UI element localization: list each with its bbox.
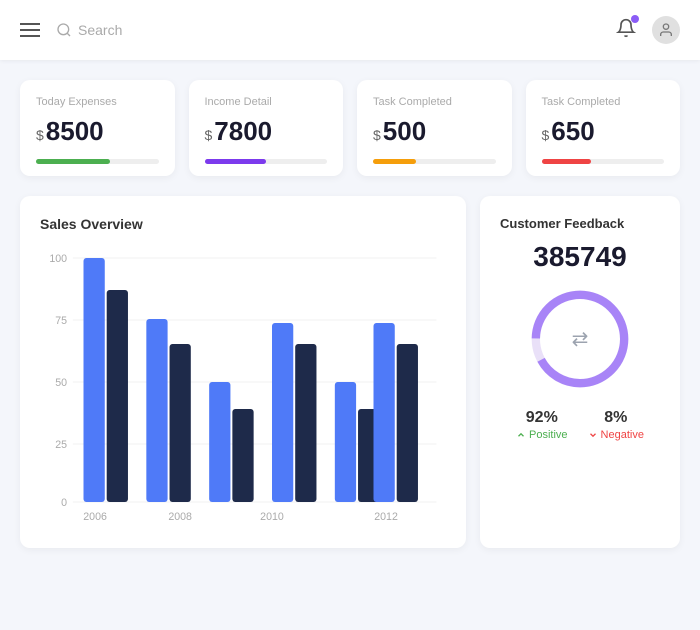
arrow-down-icon: [588, 430, 598, 440]
progress-fill-0: [36, 159, 110, 164]
stat-card-2: Task Completed $500: [357, 80, 512, 176]
progress-bg-1: [205, 159, 328, 164]
progress-fill-3: [542, 159, 591, 164]
stat-currency-3: $: [542, 127, 550, 143]
person-icon: [658, 22, 674, 38]
progress-bg-0: [36, 159, 159, 164]
stat-card-3: Task Completed $650: [526, 80, 681, 176]
negative-sentiment: 8% Negative: [588, 409, 644, 441]
svg-text:0: 0: [61, 497, 67, 509]
menu-button[interactable]: [20, 23, 40, 37]
customer-feedback-card: Customer Feedback 385749 ⇄ 92% P: [480, 196, 680, 548]
stat-card-1: Income Detail $7800: [189, 80, 344, 176]
main-content: Today Expenses $8500 Income Detail $7800…: [0, 60, 700, 568]
arrow-up-icon: [516, 430, 526, 440]
search-icon: [56, 22, 72, 38]
bottom-section: Sales Overview 100 75 50 25 0: [20, 196, 680, 548]
svg-text:2008: 2008: [168, 511, 192, 523]
stat-label-2: Task Completed: [373, 96, 496, 108]
svg-text:2012: 2012: [374, 511, 398, 523]
search-text[interactable]: Search: [78, 22, 122, 38]
progress-bg-3: [542, 159, 665, 164]
header-right: [616, 16, 680, 44]
stat-cards-grid: Today Expenses $8500 Income Detail $7800…: [20, 80, 680, 176]
positive-sentiment: 92% Positive: [516, 409, 568, 441]
shuffle-icon: ⇄: [572, 327, 589, 352]
sentiment-row: 92% Positive 8% Negative: [500, 409, 660, 441]
stat-currency-2: $: [373, 127, 381, 143]
feedback-title: Customer Feedback: [500, 216, 624, 231]
feedback-number: 385749: [533, 241, 626, 273]
positive-label: Positive: [516, 429, 568, 441]
progress-bg-2: [373, 159, 496, 164]
sales-overview-title: Sales Overview: [40, 216, 446, 232]
notification-dot: [631, 15, 639, 23]
negative-pct: 8%: [604, 409, 627, 427]
stat-label-0: Today Expenses: [36, 96, 159, 108]
progress-fill-1: [205, 159, 266, 164]
svg-text:25: 25: [55, 439, 67, 451]
svg-text:100: 100: [49, 253, 67, 265]
svg-text:2010: 2010: [260, 511, 284, 523]
svg-text:50: 50: [55, 377, 67, 389]
svg-text:2006: 2006: [83, 511, 107, 523]
stat-value-0: $8500: [36, 116, 159, 147]
stat-currency-1: $: [205, 127, 213, 143]
stat-label-3: Task Completed: [542, 96, 665, 108]
notification-button[interactable]: [616, 18, 636, 43]
negative-label: Negative: [588, 429, 644, 441]
positive-pct: 92%: [526, 409, 558, 427]
stat-value-3: $650: [542, 116, 665, 147]
donut-chart-wrapper: ⇄: [530, 289, 630, 389]
stat-value-2: $500: [373, 116, 496, 147]
stat-value-1: $7800: [205, 116, 328, 147]
sales-overview-card: Sales Overview 100 75 50 25 0: [20, 196, 466, 548]
sales-chart: 100 75 50 25 0: [40, 248, 446, 528]
stat-card-0: Today Expenses $8500: [20, 80, 175, 176]
user-avatar[interactable]: [652, 16, 680, 44]
stat-label-1: Income Detail: [205, 96, 328, 108]
search-wrapper: Search: [56, 22, 616, 38]
svg-text:75: 75: [55, 315, 67, 327]
header: Search: [0, 0, 700, 60]
bar-chart-svg: 100 75 50 25 0: [40, 248, 446, 528]
stat-currency-0: $: [36, 127, 44, 143]
progress-fill-2: [373, 159, 416, 164]
